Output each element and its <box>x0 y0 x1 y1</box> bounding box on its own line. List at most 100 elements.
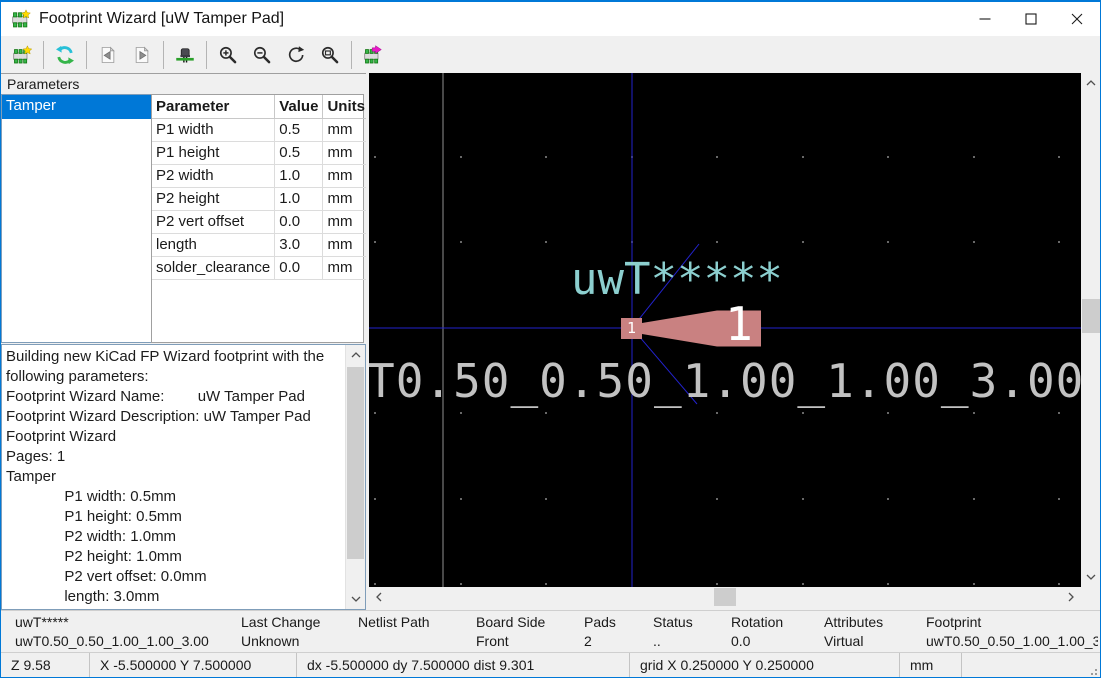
footprint-name-field: FootprintuwT0.50_0.50_1.00_1.00_3.0 <box>926 614 1098 652</box>
param-value[interactable]: 1.0 <box>275 187 323 210</box>
scrollbar-thumb[interactable] <box>714 588 736 606</box>
col-header-units: Units <box>323 95 369 118</box>
footprint-wizard-window: Footprint Wizard [uW Tamper Pad] <box>0 0 1101 678</box>
param-name: length <box>152 233 275 256</box>
rotation-field: Rotation0.0 <box>731 614 783 652</box>
preview-area: uwT***** T0.50_0.50_1.00_1.00_3.00 1 1 <box>366 73 1101 610</box>
parameter-table: Parameter Value Units P1 width 0.5 mm P1… <box>151 94 364 343</box>
footprint-ref-value-field: uwT*****uwT0.50_0.50_1.00_1.00_3.00 <box>15 614 209 652</box>
module-on-board-icon <box>175 42 195 68</box>
table-row: length 3.0 mm <box>152 233 369 256</box>
select-wizard-button[interactable] <box>6 39 38 71</box>
table-row: P2 vert offset 0.0 mm <box>152 210 369 233</box>
grid-setting-cell: grid X 0.250000 Y 0.250000 <box>629 653 899 678</box>
relative-position-cell: dx -5.500000 dy 7.500000 dist 9.301 <box>296 653 629 678</box>
scrollbar-thumb[interactable] <box>1082 299 1100 333</box>
parameters-panel: Parameters Tamper Parameter Value Units … <box>1 73 366 610</box>
pads-field: Pads2 <box>584 614 616 652</box>
next-page-button[interactable] <box>126 39 158 71</box>
param-units: mm <box>323 164 369 187</box>
toolbar-separator <box>86 41 87 69</box>
status-bar: Z 9.58 X -5.500000 Y 7.500000 dx -5.5000… <box>1 652 1100 678</box>
export-footprint-button[interactable] <box>357 39 389 71</box>
minimize-button[interactable] <box>962 2 1008 36</box>
page-list-item-tamper[interactable]: Tamper <box>2 95 151 119</box>
previous-page-button[interactable] <box>92 39 124 71</box>
table-row: P2 height 1.0 mm <box>152 187 369 210</box>
param-units: mm <box>323 187 369 210</box>
wizard-page-list: Tamper <box>1 94 151 343</box>
toolbar-separator <box>43 41 44 69</box>
toolbar-separator <box>163 41 164 69</box>
message-panel: Building new KiCad FP Wizard footprint w… <box>1 344 366 610</box>
footprint-preview-canvas[interactable]: uwT***** T0.50_0.50_1.00_1.00_3.00 1 1 <box>369 73 1081 587</box>
redraw-view-button[interactable] <box>280 39 312 71</box>
zoom-fit-button[interactable] <box>314 39 346 71</box>
param-value[interactable]: 0.0 <box>275 256 323 279</box>
update-footprint-button[interactable] <box>49 39 81 71</box>
zoom-in-button[interactable] <box>212 39 244 71</box>
param-value[interactable]: 0.0 <box>275 210 323 233</box>
wizard-build-messages: Building new KiCad FP Wizard footprint w… <box>6 347 341 607</box>
param-name: solder_clearance <box>152 256 275 279</box>
show-module-button[interactable] <box>169 39 201 71</box>
refresh-icon <box>55 42 75 68</box>
scroll-up-icon[interactable] <box>346 345 366 365</box>
pad-1-number-large: 1 <box>717 301 761 347</box>
param-name: P1 height <box>152 141 275 164</box>
param-units: mm <box>323 210 369 233</box>
param-name: P2 width <box>152 164 275 187</box>
param-units: mm <box>323 233 369 256</box>
resize-grip[interactable] <box>1087 665 1097 675</box>
maximize-button[interactable] <box>1008 2 1054 36</box>
toolbar-separator <box>206 41 207 69</box>
next-page-icon <box>132 42 152 68</box>
param-value[interactable]: 1.0 <box>275 164 323 187</box>
maximize-icon <box>1025 13 1037 25</box>
param-value[interactable]: 3.0 <box>275 233 323 256</box>
col-header-value: Value <box>275 95 323 118</box>
close-icon <box>1071 13 1083 25</box>
footprint-info-bar: uwT*****uwT0.50_0.50_1.00_1.00_3.00 Last… <box>1 610 1100 652</box>
canvas-horizontal-scrollbar[interactable] <box>369 587 1081 607</box>
canvas-vertical-scrollbar[interactable] <box>1081 73 1101 587</box>
param-value[interactable]: 0.5 <box>275 118 323 141</box>
scroll-down-icon[interactable] <box>346 589 366 609</box>
attributes-field: AttributesVirtual <box>824 614 883 652</box>
empty-cell <box>961 653 1100 678</box>
message-scrollbar[interactable] <box>345 345 365 609</box>
scroll-left-icon[interactable] <box>369 587 389 607</box>
footprint-wizard-icon <box>12 42 32 68</box>
export-footprint-icon <box>363 42 383 68</box>
param-name: P2 height <box>152 187 275 210</box>
scroll-right-icon[interactable] <box>1061 587 1081 607</box>
close-button[interactable] <box>1054 2 1100 36</box>
table-row: P1 width 0.5 mm <box>152 118 369 141</box>
zoom-out-button[interactable] <box>246 39 278 71</box>
redraw-icon <box>286 42 306 68</box>
parameters-panel-title: Parameters <box>1 73 366 94</box>
pad-1-number-small: 1 <box>621 318 642 339</box>
param-value[interactable]: 0.5 <box>275 141 323 164</box>
zoom-level-cell: Z 9.58 <box>1 653 89 678</box>
zoom-out-icon <box>252 42 272 68</box>
footprint-wizard-app-icon <box>11 9 31 29</box>
scroll-down-icon[interactable] <box>1081 567 1101 587</box>
title-bar: Footprint Wizard [uW Tamper Pad] <box>1 2 1100 36</box>
param-units: mm <box>323 256 369 279</box>
cursor-position-cell: X -5.500000 Y 7.500000 <box>89 653 296 678</box>
previous-page-icon <box>98 42 118 68</box>
minimize-icon <box>979 13 991 25</box>
units-cell: mm <box>899 653 961 678</box>
scroll-up-icon[interactable] <box>1081 73 1101 93</box>
table-row: P1 height 0.5 mm <box>152 141 369 164</box>
scrollbar-corner <box>1081 587 1101 607</box>
param-units: mm <box>323 141 369 164</box>
col-header-parameter: Parameter <box>152 95 275 118</box>
last-change-field: Last ChangeUnknown <box>241 614 320 652</box>
scrollbar-thumb[interactable] <box>347 367 364 559</box>
table-row: P2 width 1.0 mm <box>152 164 369 187</box>
zoom-fit-icon <box>320 42 340 68</box>
param-units: mm <box>323 118 369 141</box>
footprint-value-text: T0.50_0.50_1.00_1.00_3.00 <box>369 354 1081 408</box>
